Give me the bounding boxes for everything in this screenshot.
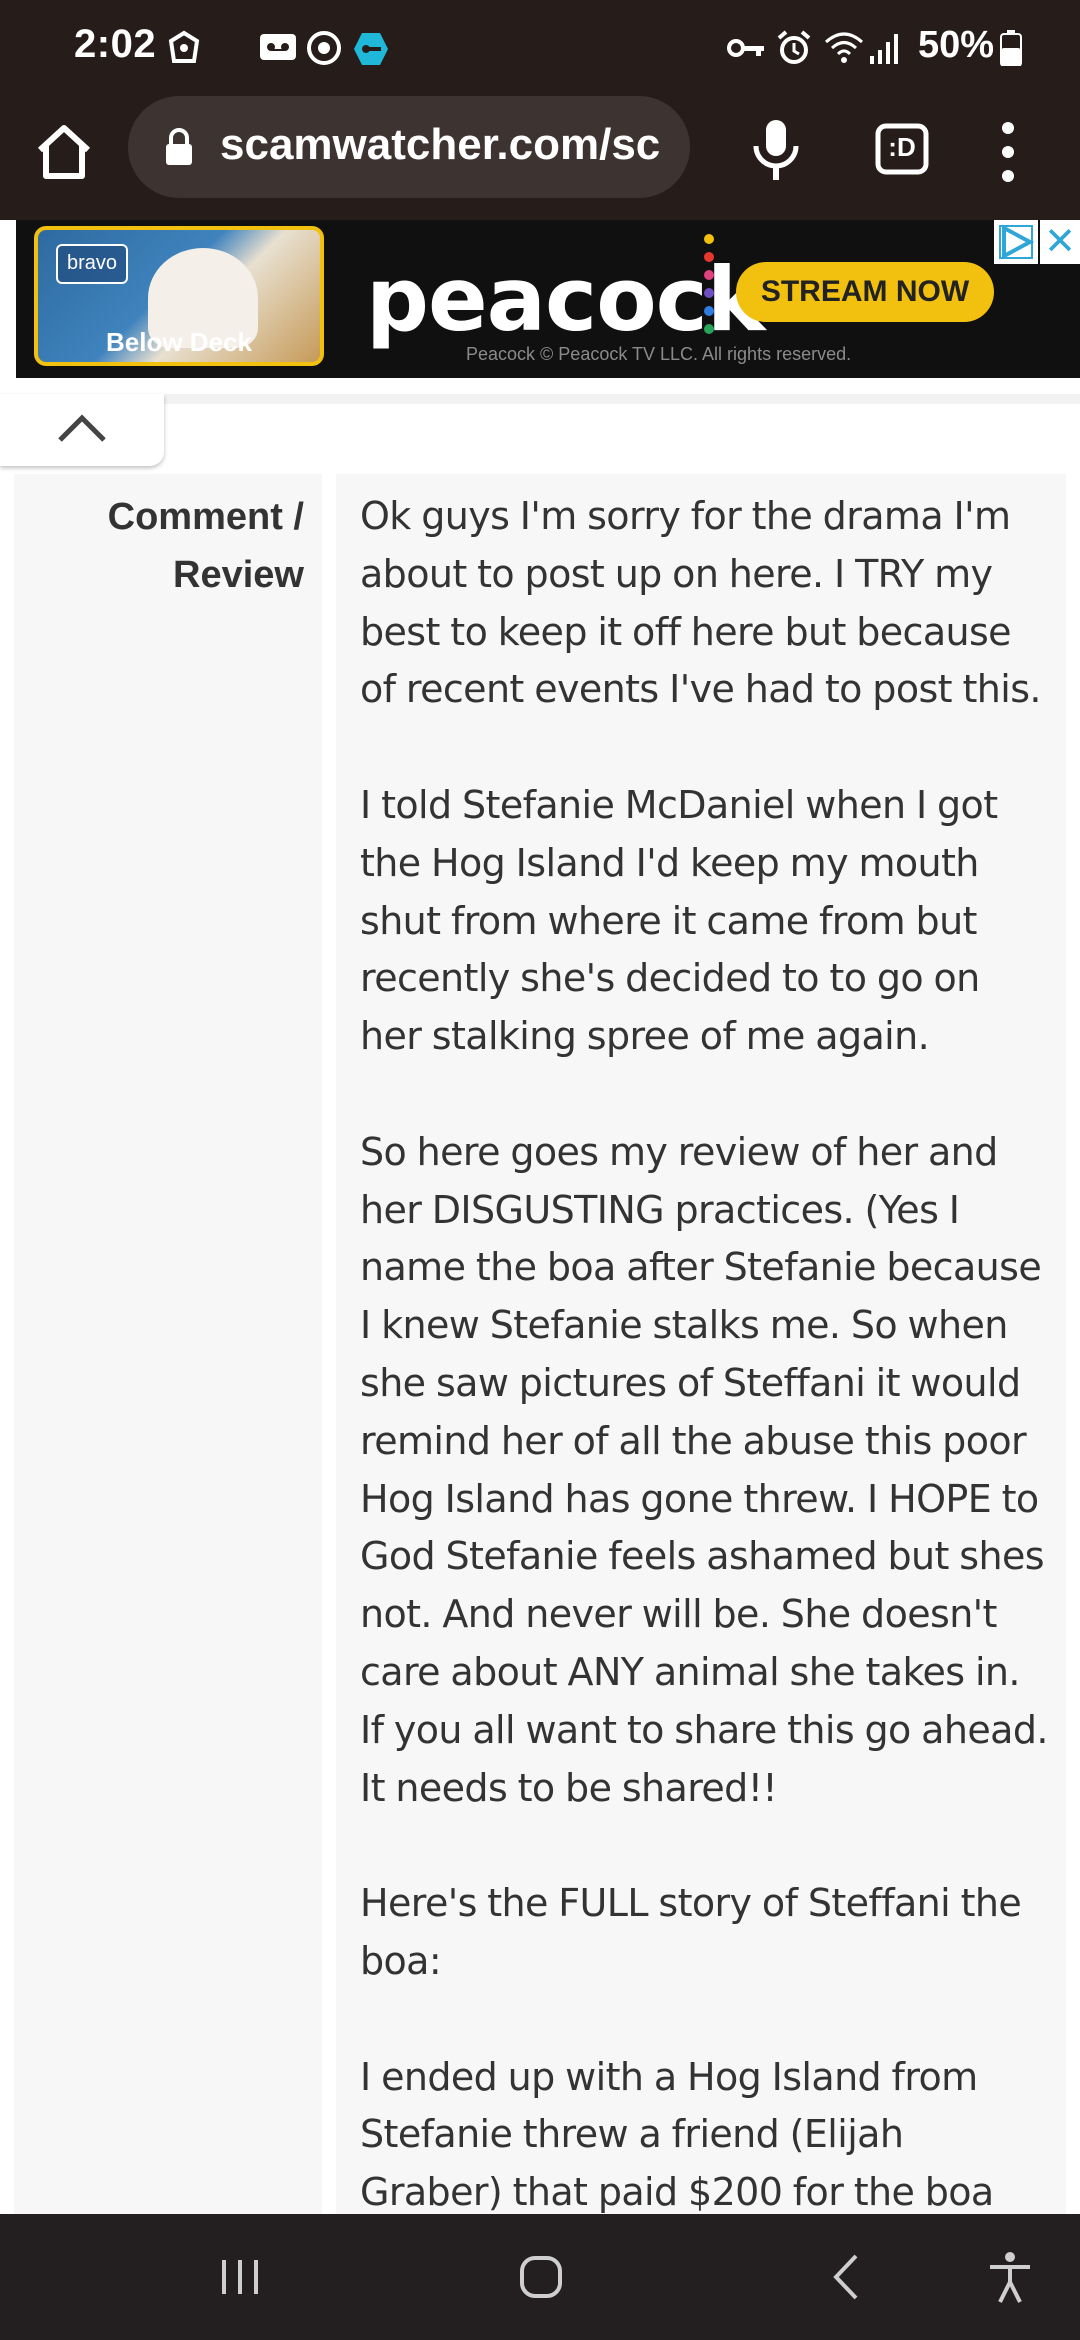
review-paragraph: Ok guys I'm sorry for the drama I'm abou… bbox=[360, 494, 1041, 712]
field-label-column: Comment / Review bbox=[14, 474, 322, 2214]
browser-toolbar: scamwatcher.com/sc :D bbox=[0, 96, 1080, 220]
battery-icon bbox=[1000, 30, 1036, 67]
review-paragraph: So here goes my review of her and her DI… bbox=[360, 1129, 1048, 1810]
tab-switcher-label: :D bbox=[888, 132, 916, 162]
ad-network-badge: bravo bbox=[56, 244, 128, 284]
moon-icon bbox=[218, 30, 254, 66]
comment-review-label: Comment / Review bbox=[107, 496, 304, 596]
recents-button[interactable] bbox=[218, 2256, 262, 2298]
ad-show-thumbnail[interactable]: bravo Below Deck bbox=[34, 226, 324, 366]
home-button[interactable] bbox=[30, 118, 98, 186]
ad-choices-icon[interactable] bbox=[994, 220, 1038, 264]
collapse-ad-button[interactable] bbox=[0, 394, 164, 466]
ad-show-title: Below Deck bbox=[106, 327, 252, 357]
back-button[interactable] bbox=[828, 2252, 864, 2302]
chevron-up-icon bbox=[58, 414, 106, 442]
microphone-icon bbox=[753, 120, 799, 180]
recents-icon bbox=[222, 2260, 258, 2294]
vpn-icon bbox=[352, 30, 388, 66]
home-circle-icon bbox=[520, 2256, 562, 2298]
status-bar: 2:02 50% bbox=[0, 0, 1080, 96]
ad-brand-dots bbox=[704, 234, 716, 346]
review-text: Ok guys I'm sorry for the drama I'm abou… bbox=[360, 488, 1050, 2214]
accessibility-icon bbox=[990, 2252, 1030, 2303]
voice-search-button[interactable] bbox=[746, 116, 806, 186]
review-content: Ok guys I'm sorry for the drama I'm abou… bbox=[336, 474, 1066, 2214]
back-icon bbox=[833, 2254, 858, 2300]
ad-legal-text: Peacock © Peacock TV LLC. All rights res… bbox=[466, 344, 852, 364]
page-content: Comment / Review Ok guys I'm sorry for t… bbox=[0, 378, 1080, 2214]
system-home-button[interactable] bbox=[518, 2254, 564, 2300]
accessibility-button[interactable] bbox=[986, 2250, 1034, 2304]
more-vert-icon bbox=[1002, 122, 1014, 182]
voicemail-icon bbox=[258, 30, 296, 66]
wifi-icon bbox=[824, 30, 863, 66]
tab-switcher-button[interactable]: :D bbox=[872, 118, 932, 180]
review-paragraph: I told Stefanie McDaniel when I got the … bbox=[360, 782, 998, 1059]
url-text[interactable]: scamwatcher.com/sc bbox=[220, 120, 680, 176]
key-icon bbox=[726, 30, 764, 66]
review-paragraph: I ended up with a Hog Island from Stefan… bbox=[360, 2054, 994, 2214]
status-time: 2:02 bbox=[74, 22, 157, 66]
lock-icon[interactable] bbox=[164, 128, 194, 166]
chrome-icon bbox=[306, 30, 342, 66]
alarm-icon bbox=[776, 30, 812, 66]
ad-close-icon[interactable]: ✕ bbox=[1040, 220, 1080, 264]
system-nav-bar bbox=[0, 2214, 1080, 2340]
more-menu-button[interactable] bbox=[990, 118, 1026, 188]
ad-banner[interactable]: bravo Below Deck peacock STREAM NOW Peac… bbox=[16, 220, 1080, 378]
ad-stream-now-button[interactable]: STREAM NOW bbox=[736, 262, 994, 322]
review-paragraph: Here's the FULL story of Steffani the bo… bbox=[360, 1881, 1022, 1983]
home-icon bbox=[37, 125, 91, 179]
url-bar[interactable]: scamwatcher.com/sc bbox=[128, 96, 690, 198]
signal-icon bbox=[868, 30, 904, 66]
notification-icon bbox=[166, 30, 202, 66]
battery-percent: 50% bbox=[918, 24, 995, 66]
